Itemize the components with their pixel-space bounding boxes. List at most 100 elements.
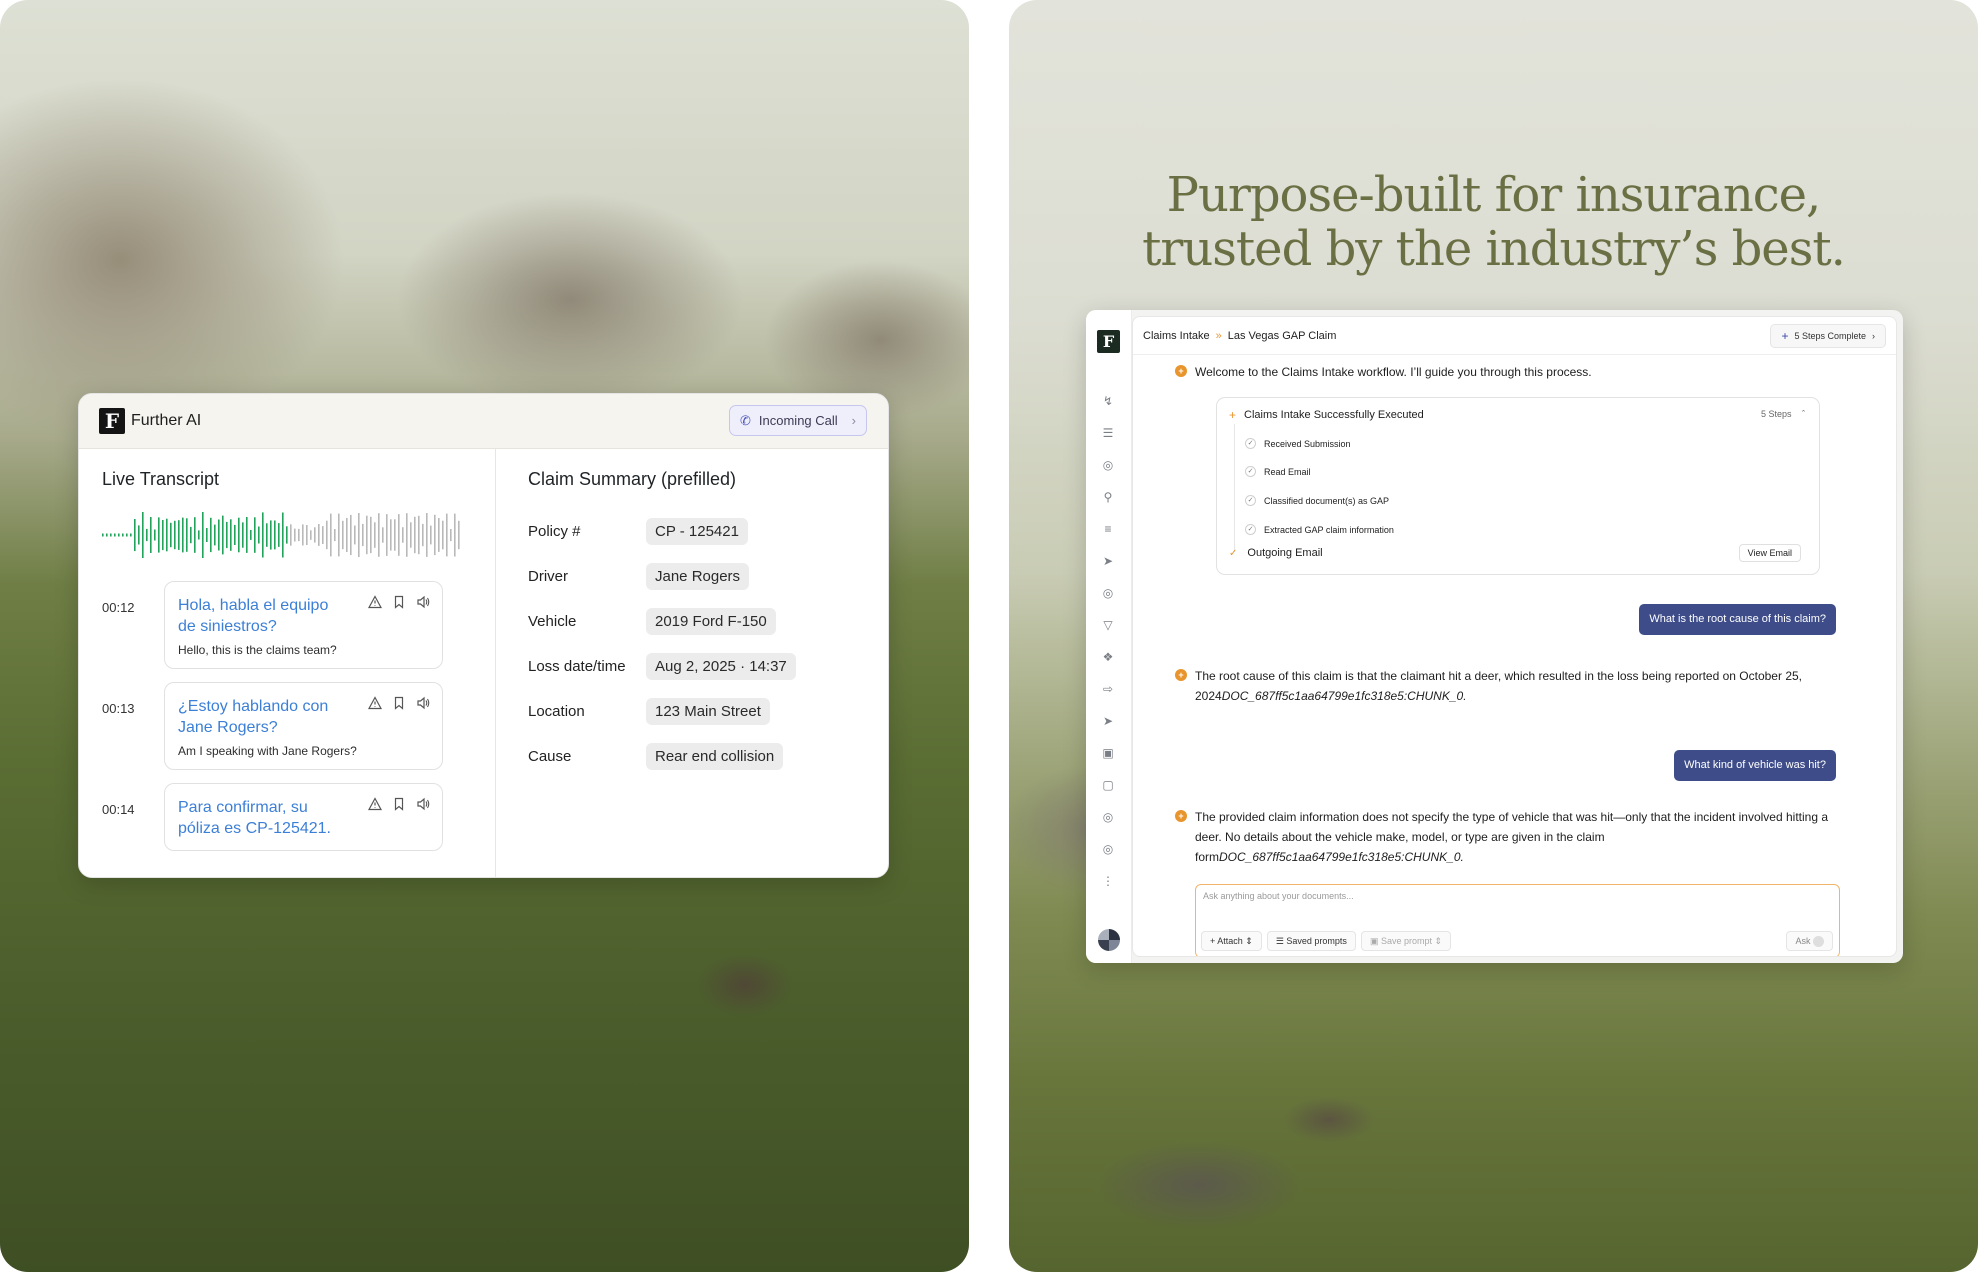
warning-icon[interactable]: [368, 696, 382, 710]
steps-complete-label: 5 Steps Complete: [1794, 331, 1866, 341]
check-icon: ✓: [1229, 547, 1238, 559]
globe-icon[interactable]: ◎: [1101, 842, 1115, 856]
step-item: ✓ Received Submission: [1245, 438, 1351, 449]
waveform-bar: [302, 524, 304, 546]
waveform-bar: [298, 528, 300, 542]
waveform-bar: [222, 515, 224, 555]
steps-complete-button[interactable]: + 5 Steps Complete ›: [1770, 324, 1886, 348]
puzzle-icon[interactable]: ❖: [1101, 650, 1115, 664]
waveform-bar: [414, 516, 416, 554]
waveform-bar: [310, 530, 312, 540]
waveform-bar: [342, 520, 344, 550]
waveform-bar: [198, 530, 200, 540]
transcript-bubble: Para confirmar, su póliza es CP-125421.: [164, 783, 443, 851]
summary-value: Aug 2, 2025 · 14:37: [646, 653, 796, 680]
summary-value: Jane Rogers: [646, 563, 750, 590]
waveform-bar: [370, 516, 372, 554]
waveform-bar: [374, 522, 376, 548]
waveform-bar: [410, 522, 412, 548]
warning-icon[interactable]: [368, 797, 382, 811]
incoming-call-button[interactable]: ✆ Incoming Call ›: [729, 405, 867, 436]
globe-icon[interactable]: ◎: [1101, 458, 1115, 472]
bookmark-icon[interactable]: [392, 696, 406, 710]
user-avatar[interactable]: [1098, 929, 1120, 951]
scan-icon[interactable]: ▢: [1101, 778, 1115, 792]
globe-icon[interactable]: ◎: [1101, 810, 1115, 824]
chevron-right-icon: ›: [1872, 331, 1875, 341]
steps-count-label: 5 Steps: [1760, 409, 1792, 419]
waveform-bar: [262, 512, 264, 558]
summary-row-policy: Policy # CP - 125421: [528, 518, 888, 545]
waveform-bar: [430, 525, 432, 545]
chevron-right-icon: ›: [851, 413, 856, 428]
waveform-bar: [218, 519, 220, 551]
waveform-bar: [234, 524, 236, 545]
globe-icon[interactable]: ◎: [1101, 586, 1115, 600]
summary-label: Driver: [528, 568, 568, 585]
waveform-bar: [270, 520, 272, 550]
send-icon[interactable]: ➤: [1101, 714, 1115, 728]
waveform-bar: [154, 529, 156, 541]
user-message: What is the root cause of this claim?: [1639, 604, 1836, 635]
breadcrumb-current[interactable]: Las Vegas GAP Claim: [1228, 330, 1337, 342]
workflow-steps-card: + Claims Intake Successfully Executed 5 …: [1216, 397, 1820, 575]
warning-icon[interactable]: [368, 595, 382, 609]
login-icon[interactable]: ⇨: [1101, 682, 1115, 696]
workflow-icon[interactable]: ↯: [1101, 394, 1115, 408]
filter-icon[interactable]: ▽: [1101, 618, 1115, 632]
transcript-title: Live Transcript: [102, 469, 220, 489]
doc-citation[interactable]: DOC_687ff5c1aa64799e1fc318e5:CHUNK_0.: [1219, 850, 1464, 864]
outgoing-label: Outgoing Email: [1247, 547, 1323, 559]
chat-input[interactable]: Ask anything about your documents... + A…: [1195, 884, 1840, 956]
speaker-icon[interactable]: [416, 696, 430, 710]
waveform-bar: [246, 517, 248, 553]
waveform-bar: [258, 526, 260, 544]
rocket-icon[interactable]: ➤: [1101, 554, 1115, 568]
steps-card-header[interactable]: + Claims Intake Successfully Executed: [1229, 408, 1424, 422]
breadcrumb-claims-intake[interactable]: Claims Intake: [1143, 330, 1210, 342]
speaker-icon[interactable]: [416, 797, 430, 811]
saved-prompts-button[interactable]: ☰ Saved prompts: [1266, 931, 1356, 951]
bookmark-icon[interactable]: [392, 595, 406, 609]
speaker-icon[interactable]: [416, 595, 430, 609]
steps-card-title: Claims Intake Successfully Executed: [1244, 409, 1424, 421]
summary-label: Cause: [528, 748, 572, 765]
app-header: F Further AI ✆ Incoming Call ›: [79, 394, 888, 449]
hero-headline: Purpose-built for insurance, trusted by …: [1009, 168, 1978, 276]
waveform-bar: [138, 525, 140, 545]
document-icon[interactable]: ▣: [1101, 746, 1115, 760]
save-prompt-button[interactable]: ▣ Save prompt ⇕: [1360, 931, 1452, 951]
waveform-bar: [110, 533, 112, 537]
waveform-bar: [118, 533, 120, 537]
attach-button[interactable]: + Attach ⇕: [1201, 931, 1262, 951]
welcome-text: Welcome to the Claims Intake workflow. I…: [1195, 365, 1592, 379]
english-translation: Hello, this is the claims team?: [178, 643, 337, 657]
further-logo[interactable]: F: [1097, 330, 1120, 353]
waveform-bar: [402, 527, 404, 543]
bookmark-icon[interactable]: [392, 797, 406, 811]
entry-timestamp: 00:12: [102, 600, 135, 615]
waveform-bar: [330, 513, 332, 557]
database-icon[interactable]: ☰: [1101, 426, 1115, 440]
transcript-bubble: ¿Estoy hablando con Jane Rogers? Am I sp…: [164, 682, 443, 770]
saved-prompts-label: Saved prompts: [1286, 936, 1347, 946]
view-email-button[interactable]: View Email: [1738, 544, 1801, 562]
list-icon[interactable]: ≡: [1101, 522, 1115, 536]
waveform-bar: [314, 527, 316, 543]
waveform-bar: [390, 519, 392, 551]
waveform-bar: [178, 520, 180, 550]
send-arrow-icon: [1813, 936, 1824, 948]
outgoing-email-step: ✓ Outgoing Email: [1229, 547, 1323, 559]
assistant-icon: +: [1175, 810, 1187, 822]
doc-citation[interactable]: DOC_687ff5c1aa64799e1fc318e5:CHUNK_0.: [1222, 689, 1467, 703]
ask-button[interactable]: Ask: [1786, 931, 1833, 951]
flow-icon[interactable]: ⋮: [1101, 874, 1115, 888]
audio-waveform: [102, 511, 460, 559]
summary-value: 123 Main Street: [646, 698, 770, 725]
steps-count[interactable]: 5 Steps ˆ: [1761, 409, 1805, 419]
headline-line-2: trusted by the industry’s best.: [1142, 221, 1846, 277]
search-icon[interactable]: ⚲: [1101, 490, 1115, 504]
waveform-bar: [186, 518, 188, 552]
check-icon: ✓: [1245, 495, 1256, 506]
waveform-bar: [326, 520, 328, 550]
